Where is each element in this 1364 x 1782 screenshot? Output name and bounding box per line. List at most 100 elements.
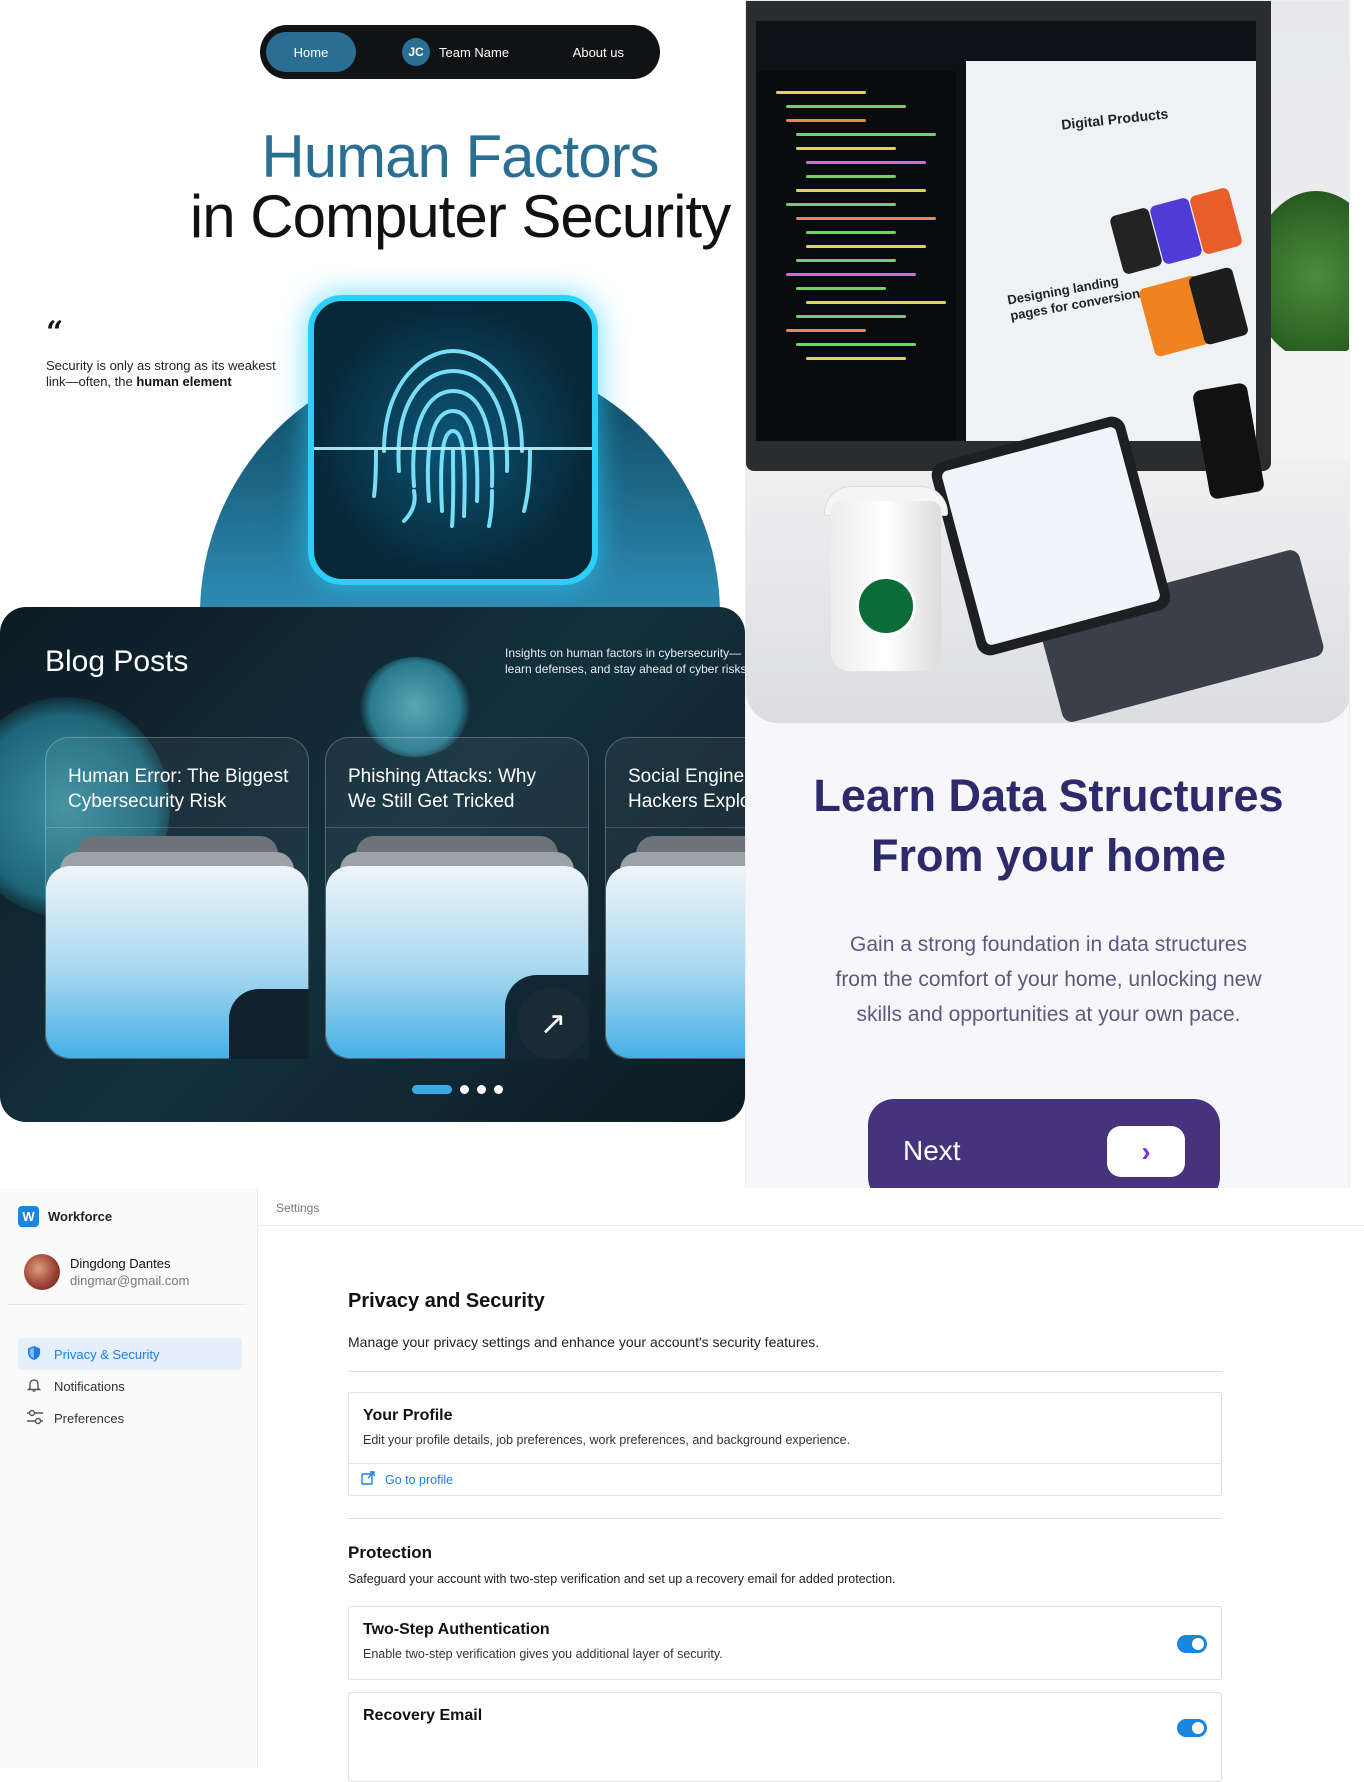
- recovery-email-toggle[interactable]: [1177, 1719, 1207, 1737]
- brand: W Workforce: [18, 1206, 112, 1227]
- avatar: [24, 1254, 60, 1290]
- ds-description-line1: Gain a strong foundation in data structu…: [850, 933, 1247, 956]
- fingerprint-icon: [308, 295, 598, 585]
- code-line: [806, 301, 946, 304]
- blog-section: Blog Posts Insights on human factors in …: [0, 607, 745, 1122]
- shield-icon: [26, 1345, 42, 1364]
- bell-icon: [26, 1377, 42, 1396]
- code-line: [776, 91, 866, 94]
- settings-app: W Workforce Dingdong Dantes dingmar@gmai…: [0, 1188, 1364, 1782]
- arrow-up-right-icon[interactable]: ↗: [517, 987, 589, 1059]
- web-preview-subtitle: Designing landing pages for conversion: [1006, 270, 1141, 324]
- two-step-title: Two-Step Authentication: [363, 1621, 550, 1638]
- go-to-profile-label: Go to profile: [385, 1472, 454, 1487]
- code-line: [796, 315, 906, 318]
- profile-card-title: Your Profile: [363, 1407, 453, 1424]
- blog-post-image: [46, 866, 309, 1059]
- user-name: Dingdong Dantes: [70, 1256, 171, 1271]
- ds-description: Gain a strong foundation in data structu…: [796, 927, 1301, 1032]
- blog-description-line2: learn defenses, and stay ahead of cyber …: [505, 662, 745, 676]
- blog-post-title: Social Enginee Hackers Explo: [606, 738, 745, 828]
- monitor-image: Digital Products Designing landing pages…: [746, 1, 1271, 471]
- two-step-toggle[interactable]: [1177, 1635, 1207, 1653]
- coffee-logo-icon: [856, 576, 916, 636]
- pagination-dot[interactable]: [460, 1085, 469, 1094]
- ds-title-line2: From your home: [870, 830, 1227, 881]
- sidebar-item-label: Privacy & Security: [54, 1346, 160, 1362]
- pagination-dot[interactable]: [477, 1085, 486, 1094]
- blog-post-card[interactable]: Social Enginee Hackers Explo: [605, 737, 745, 1059]
- profile-card-description: Edit your profile details, job preferenc…: [363, 1433, 851, 1447]
- code-line: [796, 133, 936, 136]
- sidebar-item-notifications[interactable]: Notifications: [18, 1370, 242, 1402]
- page-subtitle: Manage your privacy settings and enhance…: [348, 1334, 820, 1350]
- code-line: [786, 105, 906, 108]
- monitor-screen: Digital Products Designing landing pages…: [756, 21, 1256, 441]
- recovery-email-title: Recovery Email: [363, 1707, 483, 1724]
- ds-title: Learn Data Structures From your home: [746, 766, 1349, 886]
- blog-post-title-line2: We Still Get Tricked: [348, 791, 515, 812]
- code-line: [796, 287, 886, 290]
- tablet-screen: [940, 425, 1162, 647]
- code-line: [786, 329, 866, 332]
- code-line: [796, 189, 926, 192]
- nav-home-button[interactable]: Home: [266, 32, 356, 72]
- sidebar-item-label: Preferences: [54, 1410, 125, 1426]
- code-line: [806, 245, 926, 248]
- protection-description: Safeguard your account with two-step ver…: [348, 1572, 896, 1586]
- go-to-profile-link[interactable]: Go to profile: [349, 1463, 1221, 1495]
- sidebar-item-label: Notifications: [54, 1378, 125, 1394]
- nav-team-label: Team Name: [439, 44, 510, 60]
- code-line: [786, 203, 896, 206]
- code-line: [796, 343, 916, 346]
- nav-about-link[interactable]: About us: [573, 45, 624, 60]
- breadcrumb: Settings: [258, 1188, 1364, 1226]
- blog-post-title: Human Error: The Biggest Cybersecurity R…: [46, 738, 308, 828]
- blog-post-image: [606, 866, 745, 1058]
- quote-icon: “: [46, 315, 64, 350]
- two-step-description: Enable two-step verification gives you a…: [363, 1647, 723, 1661]
- ds-description-line3: skills and opportunities at your own pac…: [856, 1003, 1241, 1026]
- website-preview-image: Digital Products Designing landing pages…: [966, 61, 1256, 441]
- pagination-dot-active[interactable]: [412, 1085, 452, 1094]
- sliders-icon: [26, 1409, 43, 1428]
- external-link-icon: [361, 1471, 375, 1488]
- sidebar-divider: [8, 1304, 247, 1305]
- pagination-dot[interactable]: [494, 1085, 503, 1094]
- blog-post-title-line2: Cybersecurity Risk: [68, 791, 227, 812]
- user-email: dingmar@gmail.com: [70, 1273, 190, 1288]
- ds-title-line1: Learn Data Structures: [813, 770, 1284, 821]
- blog-post-card[interactable]: Human Error: The Biggest Cybersecurity R…: [45, 737, 309, 1059]
- code-line: [786, 119, 866, 122]
- user-profile[interactable]: Dingdong Dantes dingmar@gmail.com: [24, 1254, 189, 1290]
- code-line: [796, 147, 896, 150]
- plant-pot-image: [1266, 351, 1349, 461]
- card-notch: [229, 989, 309, 1059]
- sidebar-item-preferences[interactable]: Preferences: [18, 1402, 242, 1434]
- blog-post-title-line1: Social Enginee: [628, 766, 745, 787]
- top-nav: Home JC Team Name About us: [260, 25, 660, 79]
- brand-name: Workforce: [48, 1209, 113, 1224]
- next-button-label: Next: [903, 1135, 961, 1166]
- code-line: [806, 357, 906, 360]
- page-title: Privacy and Security: [348, 1290, 545, 1312]
- code-line: [806, 161, 926, 164]
- breadcrumb-item[interactable]: Settings: [276, 1201, 319, 1215]
- blog-post-title-line2: Hackers Explo: [628, 791, 745, 812]
- blog-post-image: ↗: [326, 866, 589, 1059]
- blog-description: Insights on human factors in cybersecuri…: [505, 645, 745, 677]
- chevron-right-icon: ›: [1107, 1126, 1185, 1177]
- blog-post-title-line1: Phishing Attacks: Why: [348, 766, 536, 787]
- nav-team-link[interactable]: JC Team Name: [402, 38, 509, 66]
- two-step-card: Two-Step Authentication Enable two-step …: [348, 1606, 1222, 1680]
- code-line: [806, 231, 896, 234]
- settings-sidebar: W Workforce Dingdong Dantes dingmar@gmai…: [0, 1188, 258, 1768]
- workspace-photo: Digital Products Designing landing pages…: [746, 1, 1349, 723]
- profile-card: Your Profile Edit your profile details, …: [348, 1392, 1222, 1496]
- sidebar-item-privacy-security[interactable]: Privacy & Security: [18, 1338, 242, 1370]
- divider: [348, 1518, 1222, 1519]
- protection-title: Protection: [348, 1543, 433, 1562]
- blog-post-title: Phishing Attacks: Why We Still Get Trick…: [326, 738, 588, 828]
- blog-post-title-line1: Human Error: The Biggest: [68, 766, 289, 787]
- blog-post-card[interactable]: Phishing Attacks: Why We Still Get Trick…: [325, 737, 589, 1059]
